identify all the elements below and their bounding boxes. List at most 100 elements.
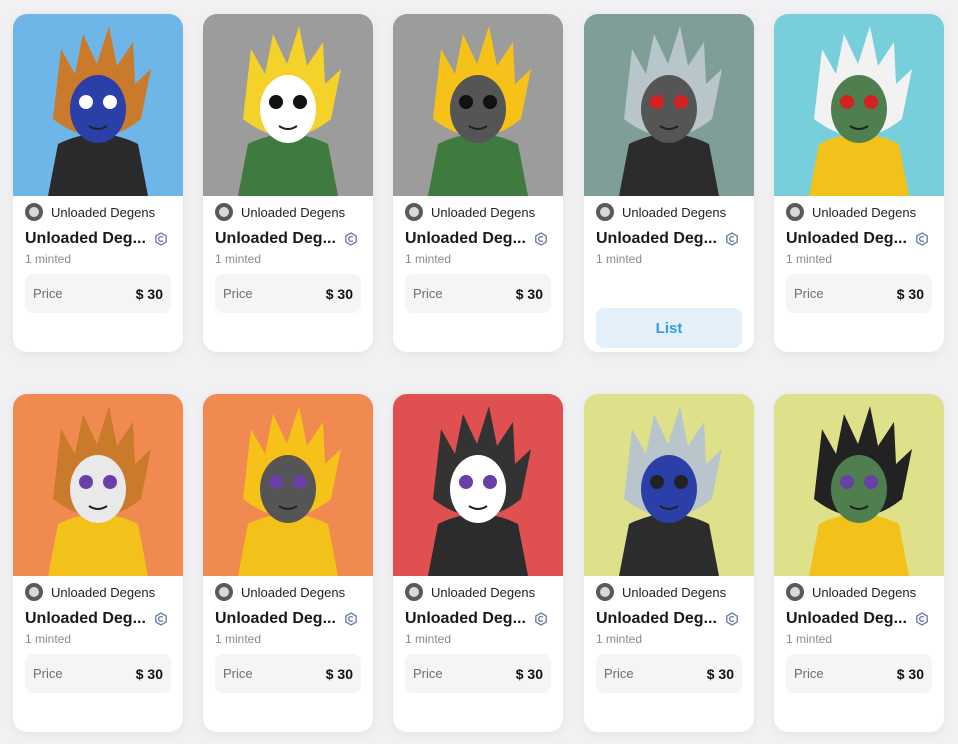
nft-artwork[interactable] <box>203 394 373 576</box>
price-box: Price $ 30 <box>786 274 932 313</box>
creator-row[interactable]: Unloaded Degens <box>25 582 183 602</box>
creator-avatar <box>25 583 43 601</box>
creator-row[interactable]: Unloaded Degens <box>596 582 754 602</box>
nft-title[interactable]: Unloaded Deg... <box>596 610 717 628</box>
creator-avatar <box>405 203 423 221</box>
nft-artwork[interactable] <box>203 14 373 196</box>
title-row: Unloaded Deg... <box>786 228 944 250</box>
nft-artwork[interactable] <box>584 14 754 196</box>
minted-count: 1 minted <box>786 632 833 646</box>
price-value: $ 30 <box>515 665 543 682</box>
nft-artwork[interactable] <box>774 394 944 576</box>
price-box: Price $ 30 <box>25 274 171 313</box>
nft-artwork[interactable] <box>774 14 944 196</box>
nft-card[interactable]: Unloaded Degens Unloaded Deg... 1 minted… <box>393 394 563 732</box>
price-label: Price <box>413 286 443 301</box>
price-value: $ 30 <box>325 285 353 302</box>
price-value: $ 30 <box>325 665 353 682</box>
nft-card[interactable]: Unloaded Degens Unloaded Deg... 1 minted… <box>774 14 944 352</box>
creator-row[interactable]: Unloaded Degens <box>215 582 373 602</box>
creator-avatar <box>405 583 423 601</box>
nft-card[interactable]: Unloaded Degens Unloaded Deg... 1 minted… <box>203 394 373 732</box>
nft-title[interactable]: Unloaded Deg... <box>786 230 907 248</box>
minted-count: 1 minted <box>215 252 262 266</box>
list-button[interactable]: List <box>596 308 742 348</box>
price-box: Price $ 30 <box>405 274 551 313</box>
nft-card[interactable]: Unloaded Degens Unloaded Deg... 1 minted… <box>584 14 754 352</box>
nft-artwork[interactable] <box>393 394 563 576</box>
creator-name: Unloaded Degens <box>51 204 156 220</box>
nft-title[interactable]: Unloaded Deg... <box>215 230 336 248</box>
nft-card[interactable]: Unloaded Degens Unloaded Deg... 1 minted… <box>584 394 754 732</box>
creator-row[interactable]: Unloaded Degens <box>405 582 563 602</box>
price-value: $ 30 <box>135 285 163 302</box>
nft-card[interactable]: Unloaded Degens Unloaded Deg... 1 minted… <box>774 394 944 732</box>
price-box: Price $ 30 <box>215 654 361 693</box>
nft-artwork[interactable] <box>13 14 183 196</box>
creator-avatar <box>786 583 804 601</box>
nft-title[interactable]: Unloaded Deg... <box>25 230 146 248</box>
collection-badge-icon <box>535 612 547 626</box>
creator-row[interactable]: Unloaded Degens <box>786 202 944 222</box>
title-row: Unloaded Deg... <box>25 228 183 250</box>
creator-avatar <box>596 203 614 221</box>
creator-row[interactable]: Unloaded Degens <box>596 202 754 222</box>
price-label: Price <box>33 666 63 681</box>
nft-card[interactable]: Unloaded Degens Unloaded Deg... 1 minted… <box>13 14 183 352</box>
minted-count: 1 minted <box>405 252 452 266</box>
creator-avatar <box>596 583 614 601</box>
creator-row[interactable]: Unloaded Degens <box>25 202 183 222</box>
price-box: Price $ 30 <box>405 654 551 693</box>
nft-grid: Unloaded Degens Unloaded Deg... 1 minted… <box>0 0 958 744</box>
nft-artwork[interactable] <box>393 14 563 196</box>
nft-title[interactable]: Unloaded Deg... <box>405 610 526 628</box>
title-row: Unloaded Deg... <box>405 228 563 250</box>
nft-card[interactable]: Unloaded Degens Unloaded Deg... 1 minted… <box>13 394 183 732</box>
price-value: $ 30 <box>896 665 924 682</box>
creator-name: Unloaded Degens <box>431 204 536 220</box>
creator-name: Unloaded Degens <box>812 584 917 600</box>
nft-card[interactable]: Unloaded Degens Unloaded Deg... 1 minted… <box>203 14 373 352</box>
creator-name: Unloaded Degens <box>241 584 346 600</box>
nft-title[interactable]: Unloaded Deg... <box>25 610 146 628</box>
collection-badge-icon <box>916 612 928 626</box>
nft-artwork[interactable] <box>584 394 754 576</box>
creator-name: Unloaded Degens <box>241 204 346 220</box>
nft-title[interactable]: Unloaded Deg... <box>786 610 907 628</box>
price-label: Price <box>794 666 824 681</box>
price-label: Price <box>33 286 63 301</box>
nft-card[interactable]: Unloaded Degens Unloaded Deg... 1 minted… <box>393 14 563 352</box>
price-label: Price <box>413 666 443 681</box>
nft-title[interactable]: Unloaded Deg... <box>596 230 717 248</box>
creator-name: Unloaded Degens <box>812 204 917 220</box>
price-box: Price $ 30 <box>215 274 361 313</box>
title-row: Unloaded Deg... <box>405 608 563 630</box>
price-box: Price $ 30 <box>596 654 742 693</box>
collection-badge-icon <box>155 232 167 246</box>
creator-name: Unloaded Degens <box>51 584 156 600</box>
creator-row[interactable]: Unloaded Degens <box>786 582 944 602</box>
minted-count: 1 minted <box>596 632 643 646</box>
price-label: Price <box>794 286 824 301</box>
collection-badge-icon <box>345 232 357 246</box>
minted-count: 1 minted <box>215 632 262 646</box>
nft-artwork[interactable] <box>13 394 183 576</box>
collection-badge-icon <box>726 232 738 246</box>
creator-avatar <box>215 203 233 221</box>
creator-row[interactable]: Unloaded Degens <box>405 202 563 222</box>
collection-badge-icon <box>916 232 928 246</box>
price-label: Price <box>223 286 253 301</box>
collection-badge-icon <box>535 232 547 246</box>
nft-title[interactable]: Unloaded Deg... <box>405 230 526 248</box>
creator-avatar <box>215 583 233 601</box>
minted-count: 1 minted <box>596 252 643 266</box>
minted-count: 1 minted <box>25 632 72 646</box>
title-row: Unloaded Deg... <box>786 608 944 630</box>
collection-badge-icon <box>155 612 167 626</box>
title-row: Unloaded Deg... <box>596 608 754 630</box>
creator-avatar <box>25 203 43 221</box>
nft-title[interactable]: Unloaded Deg... <box>215 610 336 628</box>
creator-row[interactable]: Unloaded Degens <box>215 202 373 222</box>
title-row: Unloaded Deg... <box>215 228 373 250</box>
price-value: $ 30 <box>706 665 734 682</box>
